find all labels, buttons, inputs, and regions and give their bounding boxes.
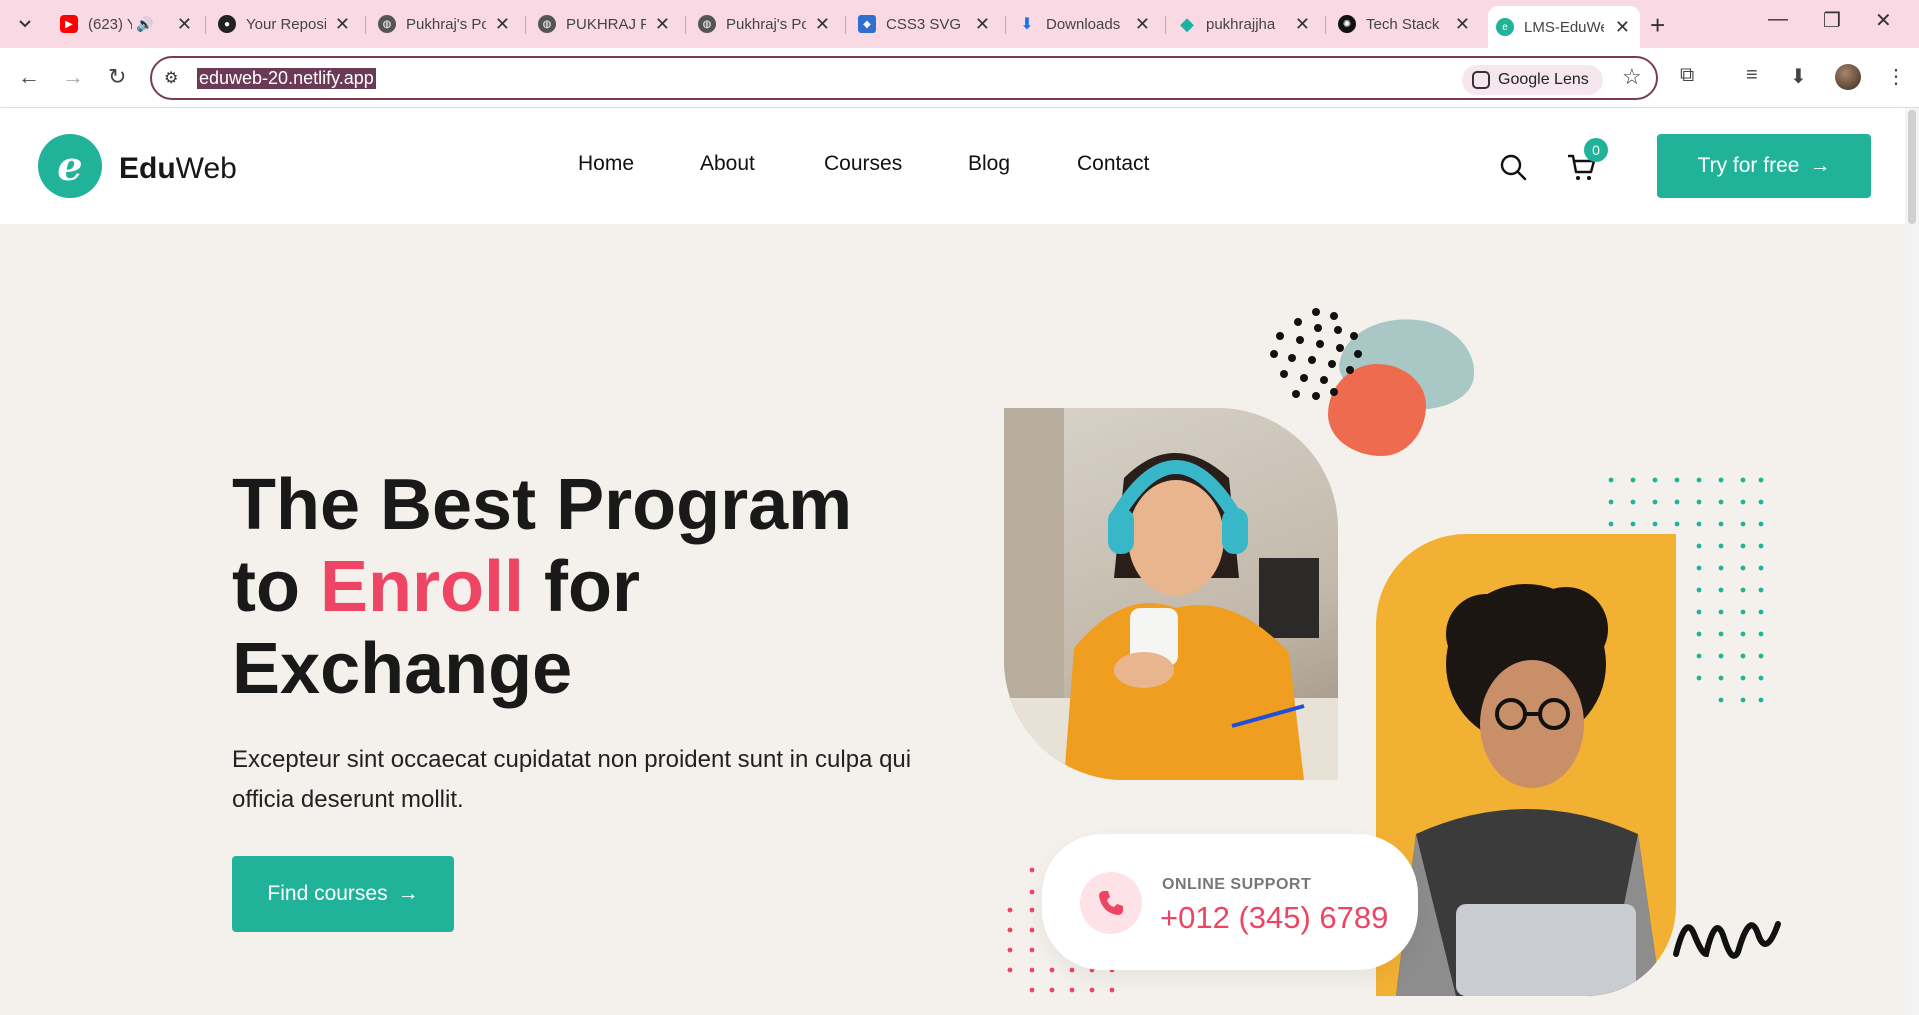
browser-tab-lms-eduweb[interactable]: e LMS-EduWeb ✕ — [1488, 6, 1640, 48]
site-header: e EduWeb Home About Courses Blog Contact… — [0, 108, 1905, 224]
logo-text[interactable]: EduWeb — [119, 152, 237, 186]
student-photo-headphones — [1004, 408, 1338, 780]
support-phone-number[interactable]: +012 (345) 6789 — [1160, 900, 1388, 936]
minimize-window-icon[interactable]: — — [1768, 8, 1788, 31]
browser-tab-pukhrajjha[interactable]: ◆ pukhrajjha ✕ — [1170, 8, 1320, 40]
globe-icon: ◍ — [378, 15, 396, 33]
close-tab-icon[interactable]: ✕ — [815, 14, 830, 35]
diamond-icon: ◆ — [1180, 13, 1194, 34]
globe-icon: ◍ — [698, 15, 716, 33]
youtube-icon: ▶ — [60, 15, 78, 33]
tab-divider — [1005, 16, 1006, 34]
browser-tab-css-icons[interactable]: ◆ CSS3 SVG Icons ✕ — [850, 8, 1000, 40]
close-tab-icon[interactable]: ✕ — [1135, 14, 1150, 35]
hero-title-accent: Enroll — [319, 547, 524, 627]
tab-search-button[interactable] — [12, 11, 38, 37]
close-tab-icon[interactable]: ✕ — [495, 14, 510, 35]
audio-playing-icon[interactable]: 🔊 — [136, 16, 153, 33]
arrow-right-icon: → — [1809, 154, 1831, 177]
close-tab-icon[interactable]: ✕ — [177, 14, 192, 35]
eduweb-icon: e — [1496, 18, 1514, 36]
reload-icon[interactable]: ↻ — [108, 64, 126, 90]
try-for-free-button[interactable]: Try for free → — [1657, 134, 1871, 198]
decorative-black-dots — [1270, 308, 1362, 400]
url-text[interactable]: eduweb-20.netlify.app — [197, 68, 376, 89]
nav-blog[interactable]: Blog — [968, 152, 1010, 176]
globe-icon: ◍ — [538, 15, 556, 33]
restore-window-icon[interactable]: ❐ — [1823, 8, 1841, 33]
hero-section: The Best Program to Enroll for Exchange … — [0, 224, 1905, 1015]
close-tab-icon[interactable]: ✕ — [1455, 14, 1470, 35]
omnibox[interactable]: ⚙ eduweb-20.netlify.app Google Lens ☆ — [150, 56, 1658, 100]
tab-divider — [685, 16, 686, 34]
browser-tab-portfolio-3[interactable]: ◍ Pukhraj's Portfolio ✕ — [690, 8, 840, 40]
nav-about[interactable]: About — [700, 152, 755, 176]
cart-count-badge: 0 — [1584, 138, 1608, 162]
profile-avatar[interactable] — [1835, 64, 1861, 90]
search-icon[interactable] — [1498, 152, 1528, 182]
decorative-squiggle — [1673, 921, 1781, 959]
student-photo-curly-hair — [1376, 534, 1676, 996]
tab-divider — [1165, 16, 1166, 34]
tab-divider — [525, 16, 526, 34]
media-controls-icon[interactable]: ≡ — [1746, 64, 1758, 87]
hero-subtitle: Excepteur sint occaecat cupidatat non pr… — [232, 746, 912, 813]
scrollbar-thumb[interactable] — [1908, 110, 1916, 224]
bookmark-star-icon[interactable]: ☆ — [1622, 64, 1642, 90]
student-illustration-man — [1396, 584, 1661, 996]
browser-tab-portfolio-2[interactable]: ◍ PUKHRAJ PORTFOLIO ✕ — [530, 8, 680, 40]
browser-menu-icon[interactable]: ⋮ — [1886, 64, 1906, 89]
chevron-down-icon — [19, 20, 31, 28]
support-label: ONLINE SUPPORT — [1162, 876, 1312, 893]
browser-tab-portfolio-1[interactable]: ◍ Pukhraj's Portfolio ✕ — [370, 8, 520, 40]
tab-divider — [365, 16, 366, 34]
browser-tab-github[interactable]: ● Your Repositories ✕ — [210, 8, 360, 40]
find-courses-button[interactable]: Find courses → — [232, 856, 454, 932]
site-info-icon[interactable]: ⚙ — [164, 68, 178, 88]
hero-title: The Best Program to Enroll for Exchange — [232, 465, 853, 709]
tab-divider — [205, 16, 206, 34]
openai-icon: ✺ — [1338, 15, 1356, 33]
close-window-icon[interactable]: ✕ — [1875, 8, 1892, 33]
svg-icons-icon: ◆ — [858, 15, 876, 33]
download-icon: ⬇ — [1020, 16, 1034, 33]
back-arrow-icon[interactable]: ← — [18, 64, 40, 90]
google-lens-button[interactable]: Google Lens — [1462, 65, 1603, 95]
arrow-right-icon: → — [397, 882, 419, 905]
lens-icon — [1472, 71, 1490, 89]
close-tab-icon[interactable]: ✕ — [1615, 17, 1630, 38]
downloads-icon[interactable]: ⬇ — [1790, 64, 1807, 89]
nav-contact[interactable]: Contact — [1077, 152, 1149, 176]
page-scrollbar[interactable] — [1905, 108, 1919, 1015]
online-support-card: ONLINE SUPPORT +012 (345) 6789 — [1042, 834, 1418, 970]
extensions-icon[interactable]: ⧉ — [1680, 64, 1694, 87]
browser-tab-bar: ▶ (623) YouTube 🔊 ✕ ● Your Repositories … — [0, 0, 1919, 48]
nav-courses[interactable]: Courses — [824, 152, 902, 176]
student-illustration-woman — [1004, 408, 1338, 780]
nav-home[interactable]: Home — [578, 152, 634, 176]
browser-tab-downloads[interactable]: ⬇ Downloads ✕ — [1010, 8, 1160, 40]
close-tab-icon[interactable]: ✕ — [1295, 14, 1310, 35]
eduweb-logo-icon[interactable]: e — [38, 134, 102, 198]
close-tab-icon[interactable]: ✕ — [975, 14, 990, 35]
browser-address-bar: ← → ↻ ⚙ eduweb-20.netlify.app Google Len… — [0, 48, 1919, 108]
tab-divider — [845, 16, 846, 34]
new-tab-button[interactable]: + — [1650, 10, 1665, 41]
close-tab-icon[interactable]: ✕ — [335, 14, 350, 35]
browser-tab-youtube[interactable]: ▶ (623) YouTube 🔊 ✕ — [52, 8, 202, 40]
github-icon: ● — [218, 15, 236, 33]
close-tab-icon[interactable]: ✕ — [655, 14, 670, 35]
forward-arrow-icon[interactable]: → — [62, 64, 84, 90]
browser-tab-tech-stack[interactable]: ✺ Tech Stack ✕ — [1330, 8, 1480, 40]
phone-icon — [1080, 872, 1142, 934]
tab-divider — [1325, 16, 1326, 34]
